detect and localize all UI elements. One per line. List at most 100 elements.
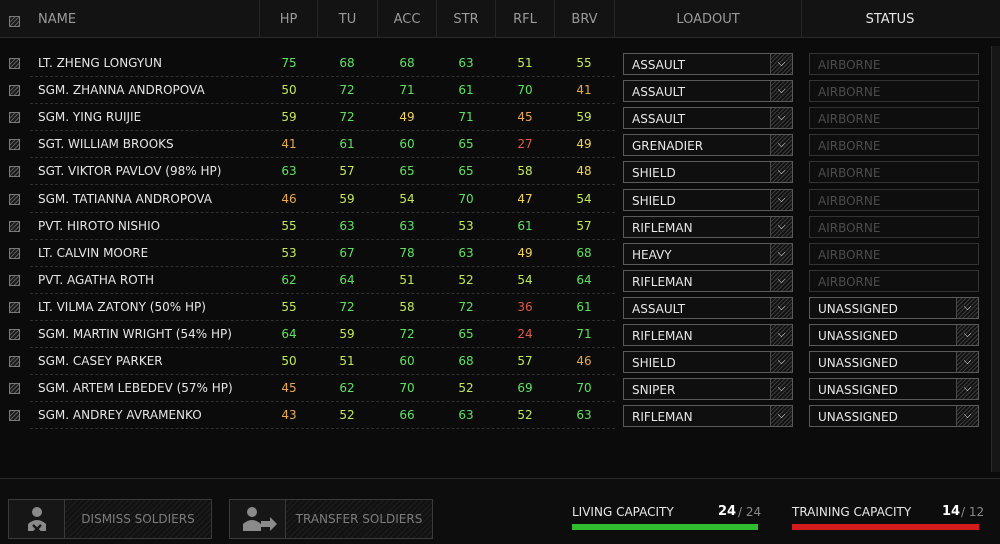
soldier-row[interactable]: PVT. HIROTO NISHIO 55 63 63 53 61 57 RIF… [0,213,1000,240]
loadout-select[interactable]: SNIPER ⌵ [623,378,793,401]
soldier-row[interactable]: PVT. AGATHA ROTH 62 64 51 52 54 64 RIFLE… [0,267,1000,294]
stat-rfl: 61 [517,218,533,233]
chevron-down-icon[interactable]: ⌵ [956,352,978,373]
loadout-value: RIFLEMAN [632,274,693,289]
loadout-select[interactable]: RIFLEMAN ⌵ [623,215,793,238]
chevron-down-icon[interactable]: ⌵ [770,162,792,183]
loadout-select[interactable]: SHIELD ⌵ [623,188,793,211]
soldier-row[interactable]: SGM. ZHANNA ANDROPOVA 50 72 71 61 70 41 … [0,77,1000,105]
loadout-select[interactable]: HEAVY ⌵ [623,242,793,265]
stat-tu: 51 [339,354,355,369]
soldier-checkbox[interactable] [9,58,20,69]
soldier-checkbox[interactable] [9,139,20,151]
chevron-down-icon[interactable]: ⌵ [956,379,978,400]
soldier-checkbox[interactable] [9,85,20,97]
soldier-checkbox[interactable] [9,193,20,205]
header-status[interactable]: STATUS [802,0,978,38]
soldier-checkbox[interactable] [9,383,20,395]
chevron-down-icon[interactable]: ⌵ [956,406,978,427]
loadout-select[interactable]: GRENADIER ⌵ [623,134,793,157]
status-select: AIRBORNE [809,215,979,238]
loadout-select[interactable]: ASSAULT ⌵ [623,80,793,103]
status-value: AIRBORNE [818,247,881,262]
soldier-checkbox[interactable] [9,166,20,178]
header-rfl[interactable]: RFL [496,0,555,38]
header-acc[interactable]: ACC [378,0,437,38]
soldier-checkbox[interactable] [9,301,20,313]
loadout-select[interactable]: ASSAULT ⌵ [623,53,793,75]
soldier-name: SGM. TATIANNA ANDROPOVA [38,191,212,206]
soldier-row[interactable]: SGM. TATIANNA ANDROPOVA 46 59 54 70 47 5… [0,186,1000,213]
header-hp[interactable]: HP [260,0,318,38]
chevron-down-icon[interactable]: ⌵ [770,54,792,74]
header-loadout[interactable]: LOADOUT [615,0,802,38]
chevron-down-icon[interactable]: ⌵ [770,189,792,210]
chevron-down-icon[interactable]: ⌵ [770,325,792,345]
chevron-down-icon[interactable]: ⌵ [770,379,792,400]
loadout-select[interactable]: SHIELD ⌵ [623,351,793,374]
header-str[interactable]: STR [437,0,496,38]
soldier-checkbox[interactable] [9,247,20,259]
stat-tu: 59 [339,327,355,341]
loadout-select[interactable]: RIFLEMAN ⌵ [623,269,793,292]
soldier-checkbox[interactable] [9,220,20,232]
soldier-row[interactable]: SGT. VIKTOR PAVLOV (98% HP) 63 57 65 65 … [0,158,1000,186]
loadout-select[interactable]: ASSAULT ⌵ [623,107,793,130]
soldier-row[interactable]: SGM. YING RUIJIE 59 72 49 71 45 59 ASSAU… [0,104,1000,132]
soldier-checkbox[interactable] [9,410,20,422]
loadout-value: ASSAULT [632,301,686,316]
chevron-down-icon[interactable]: ⌵ [770,406,792,427]
chevron-down-icon[interactable]: ⌵ [956,297,978,318]
stat-tu: 59 [339,191,355,206]
scrollbar[interactable] [991,46,1000,472]
soldier-row[interactable]: SGM. MARTIN WRIGHT (54% HP) 64 59 72 65 … [0,321,1000,348]
chevron-down-icon[interactable]: ⌵ [770,243,792,264]
soldier-checkbox[interactable] [9,112,20,124]
dismiss-soldiers-button[interactable]: DISMISS SOLDIERS [8,499,212,539]
soldier-checkbox[interactable] [9,356,20,368]
soldier-row[interactable]: SGM. CASEY PARKER 50 51 60 68 57 46 SHIE… [0,348,1000,376]
loadout-select[interactable]: SHIELD ⌵ [623,161,793,184]
soldier-row[interactable]: SGM. ARTEM LEBEDEV (57% HP) 45 62 70 52 … [0,375,1000,403]
stat-rfl: 54 [517,272,533,287]
header-name[interactable]: NAME [30,0,260,38]
header-brv[interactable]: BRV [555,0,615,38]
select-all-checkbox[interactable] [9,16,20,27]
chevron-down-icon[interactable]: ⌵ [956,325,978,345]
chevron-down-icon[interactable]: ⌵ [770,297,792,318]
loadout-select[interactable]: RIFLEMAN ⌵ [623,405,793,428]
status-select: AIRBORNE [809,53,979,75]
stat-hp: 64 [281,327,297,341]
chevron-down-icon[interactable]: ⌵ [770,216,792,237]
stat-hp: 59 [281,110,297,125]
soldier-name: SGT. WILLIAM BROOKS [38,137,174,152]
status-select[interactable]: UNASSIGNED ⌵ [809,351,979,374]
soldier-checkbox[interactable] [9,329,20,340]
stat-brv: 54 [576,191,592,206]
loadout-select[interactable]: ASSAULT ⌵ [623,296,793,319]
status-select[interactable]: UNASSIGNED ⌵ [809,378,979,401]
soldier-row[interactable]: SGM. ANDREY AVRAMENKO 43 52 66 63 52 63 … [0,402,1000,430]
soldier-row[interactable]: LT. VILMA ZATONY (50% HP) 55 72 58 72 36… [0,294,1000,321]
soldier-row[interactable]: LT. CALVIN MOORE 53 67 78 63 49 68 HEAVY… [0,240,1000,267]
transfer-soldiers-button[interactable]: TRANSFER SOLDIERS [229,499,433,539]
loadout-select[interactable]: RIFLEMAN ⌵ [623,324,793,346]
living-capacity-bar [572,524,758,530]
header-tu[interactable]: TU [318,0,378,38]
stat-brv: 46 [576,354,592,369]
chevron-down-icon[interactable]: ⌵ [770,135,792,156]
chevron-down-icon[interactable]: ⌵ [770,270,792,291]
status-select: AIRBORNE [809,188,979,211]
soldier-checkbox[interactable] [9,274,20,286]
chevron-down-icon[interactable]: ⌵ [770,352,792,373]
status-value: UNASSIGNED [818,301,898,316]
status-select[interactable]: UNASSIGNED ⌵ [809,405,979,428]
loadout-value: ASSAULT [632,112,686,127]
chevron-down-icon[interactable]: ⌵ [770,108,792,129]
status-select[interactable]: UNASSIGNED ⌵ [809,296,979,319]
status-select[interactable]: UNASSIGNED ⌵ [809,324,979,346]
soldier-row[interactable]: LT. ZHENG LONGYUN 75 68 68 63 51 55 ASSA… [0,50,1000,77]
chevron-down-icon[interactable]: ⌵ [770,81,792,102]
soldier-row[interactable]: SGT. WILLIAM BROOKS 41 61 60 65 27 49 GR… [0,131,1000,159]
status-value: AIRBORNE [818,166,881,181]
